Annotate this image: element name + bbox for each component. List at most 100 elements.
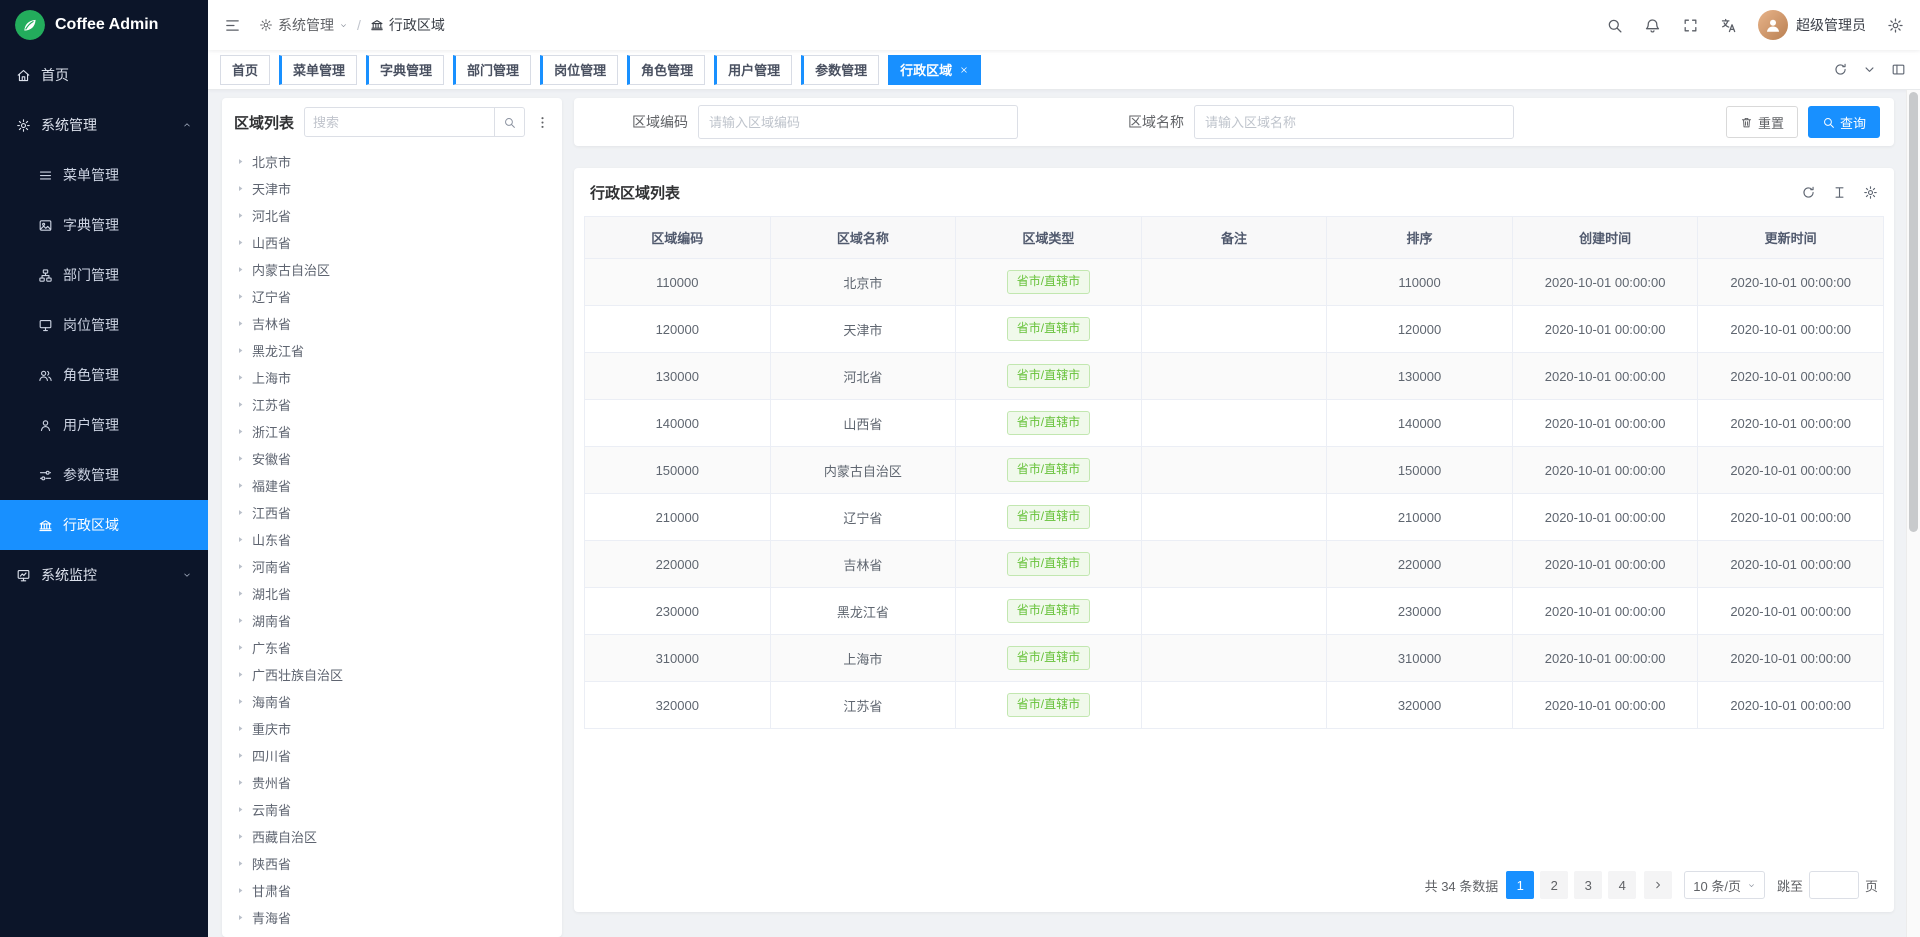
tree-item[interactable]: 青海省 [222,904,562,931]
sidebar-group-system[interactable]: 系统管理 [0,100,208,150]
tree-item[interactable]: 四川省 [222,742,562,769]
tree-item[interactable]: 重庆市 [222,715,562,742]
tab[interactable]: 用户管理 [714,55,792,85]
page-button[interactable]: 1 [1506,871,1534,899]
column-settings-icon[interactable] [1863,185,1878,200]
refresh-icon[interactable] [1801,185,1816,200]
menu-icon [38,168,53,183]
tree-item[interactable]: 辽宁省 [222,283,562,310]
jump-page-input[interactable] [1809,871,1859,899]
tree-item[interactable]: 西藏自治区 [222,823,562,850]
cell-created-time: 2020-10-01 00:00:00 [1512,400,1698,447]
tree-item[interactable]: 甘肃省 [222,877,562,904]
tab[interactable]: 角色管理 [627,55,705,85]
tree-item[interactable]: 山西省 [222,229,562,256]
page-button[interactable]: 4 [1608,871,1636,899]
region-icon [38,518,53,533]
sidebar-item[interactable]: 字典管理 [0,200,208,250]
tree-item[interactable]: 安徽省 [222,445,562,472]
tree-item[interactable]: 天津市 [222,175,562,202]
tree-item[interactable]: 湖南省 [222,607,562,634]
breadcrumb-section[interactable]: 系统管理 [259,15,348,35]
sidebar-item[interactable]: 部门管理 [0,250,208,300]
scrollbar-thumb[interactable] [1909,92,1918,532]
tree-item[interactable]: 吉林省 [222,310,562,337]
regions-table: 区域编码区域名称区域类型备注排序创建时间更新时间 110000 北京市 省市/直… [584,216,1884,729]
region-name-input[interactable] [1194,105,1514,139]
reset-button[interactable]: 重置 [1726,106,1798,138]
search-button[interactable]: 查询 [1808,106,1880,138]
sidebar-item[interactable]: 行政区域 [0,500,208,550]
cell-region-name: 山西省 [770,400,956,447]
tab[interactable]: 行政区域 [888,55,981,85]
chevron-down-icon[interactable] [1862,62,1877,77]
tree-item[interactable]: 海南省 [222,688,562,715]
cell-remark [1141,259,1327,306]
tree-item[interactable]: 黑龙江省 [222,337,562,364]
sidebar-item[interactable]: 菜单管理 [0,150,208,200]
sidebar-collapse-button[interactable] [224,17,241,34]
sidebar-group-label: 系统监控 [41,565,97,585]
page-button[interactable]: 2 [1540,871,1568,899]
sidebar-item-home[interactable]: 首页 [0,50,208,100]
settings-gear-icon[interactable] [1887,17,1904,34]
tab[interactable]: 参数管理 [801,55,879,85]
tree-item[interactable]: 湖北省 [222,580,562,607]
search-icon[interactable] [494,108,524,136]
tree-item[interactable]: 北京市 [222,148,562,175]
tree-item[interactable]: 河南省 [222,553,562,580]
tab[interactable]: 岗位管理 [540,55,618,85]
tree-item[interactable]: 陕西省 [222,850,562,877]
tree-search-input[interactable] [305,115,494,130]
sidebar-item[interactable]: 岗位管理 [0,300,208,350]
page-size-select[interactable]: 10 条/页 [1684,871,1765,899]
sidebar-item[interactable]: 用户管理 [0,400,208,450]
fullscreen-icon[interactable] [1682,17,1699,34]
tree-item[interactable]: 贵州省 [222,769,562,796]
sidebar-item[interactable]: 参数管理 [0,450,208,500]
pagination-total: 共 34 条数据 [1425,876,1499,895]
more-options-icon[interactable] [535,115,550,130]
sidebar-item-label: 行政区域 [63,515,119,535]
tree-item[interactable]: 山东省 [222,526,562,553]
notification-bell-icon[interactable] [1644,17,1661,34]
tree-item[interactable]: 江西省 [222,499,562,526]
tab[interactable]: 字典管理 [366,55,444,85]
close-icon[interactable] [959,65,969,75]
tree-item[interactable]: 河北省 [222,202,562,229]
tree-item[interactable]: 广东省 [222,634,562,661]
translate-icon[interactable] [1720,17,1737,34]
cell-updated-time: 2020-10-01 00:00:00 [1698,635,1884,682]
content: 区域列表 北京市 天津市 河北省 [208,90,1906,937]
cell-region-code: 110000 [585,259,771,306]
vertical-scrollbar[interactable] [1906,90,1920,937]
chevron-down-icon [339,21,348,30]
tab[interactable]: 首页 [220,55,270,85]
next-page-button[interactable] [1644,871,1672,899]
user-menu[interactable]: 超级管理员 [1758,10,1866,40]
tree-item[interactable]: 浙江省 [222,418,562,445]
tab[interactable]: 部门管理 [453,55,531,85]
sidebar-group-monitor[interactable]: 系统监控 [0,550,208,600]
sidebar-item[interactable]: 角色管理 [0,350,208,400]
refresh-icon[interactable] [1833,62,1848,77]
tree-item[interactable]: 广西壮族自治区 [222,661,562,688]
tree-item-label: 福建省 [252,476,291,495]
tree-item[interactable]: 江苏省 [222,391,562,418]
tree-item[interactable]: 福建省 [222,472,562,499]
cell-region-name: 内蒙古自治区 [770,447,956,494]
tree-item-label: 青海省 [252,908,291,927]
tree-item[interactable]: 云南省 [222,796,562,823]
logo: Coffee Admin [0,0,208,50]
tab[interactable]: 菜单管理 [279,55,357,85]
layout-panel-icon[interactable] [1891,62,1906,77]
page-button[interactable]: 3 [1574,871,1602,899]
region-code-input[interactable] [698,105,1018,139]
tree-item[interactable]: 内蒙古自治区 [222,256,562,283]
search-icon[interactable] [1606,17,1623,34]
cell-region-code: 120000 [585,306,771,353]
main: 区域编码 区域名称 重置 查询 行政区域列表 [574,98,1894,937]
tree-item[interactable]: 上海市 [222,364,562,391]
cell-updated-time: 2020-10-01 00:00:00 [1698,259,1884,306]
density-icon[interactable] [1832,185,1847,200]
